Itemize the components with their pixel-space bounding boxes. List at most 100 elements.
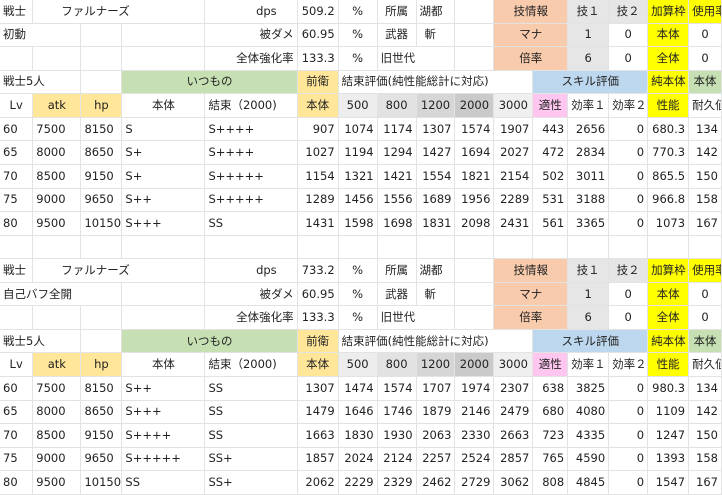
- empty-cell[interactable]: [454, 258, 495, 283]
- itsumono-header[interactable]: いつもの: [121, 329, 298, 354]
- k500-cell[interactable]: 1321: [338, 164, 378, 189]
- zenei-body-header[interactable]: 本体: [297, 93, 339, 118]
- tekisei-header[interactable]: 適性: [532, 352, 569, 377]
- k2000-cell[interactable]: 1694: [454, 140, 495, 165]
- k2000-header[interactable]: 2000: [454, 352, 495, 377]
- k3000-cell[interactable]: 2154: [493, 164, 534, 189]
- body-cell[interactable]: SS: [121, 470, 206, 495]
- lv-cell[interactable]: 60: [0, 376, 34, 401]
- k800-cell[interactable]: 2124: [377, 447, 417, 472]
- eff2-cell[interactable]: 0: [608, 211, 649, 236]
- lv-cell[interactable]: 70: [0, 164, 34, 189]
- atk-cell[interactable]: 7500: [32, 117, 82, 142]
- dmg-value[interactable]: 60.95: [297, 282, 339, 307]
- mult-skill2[interactable]: 0: [608, 46, 649, 71]
- k500-cell[interactable]: 1646: [338, 400, 378, 425]
- addcap-header[interactable]: 加算枠: [647, 0, 690, 24]
- percent-cell[interactable]: %: [338, 0, 378, 24]
- empty-cell[interactable]: [121, 305, 206, 330]
- k2000-cell[interactable]: 1974: [454, 376, 495, 401]
- mode-cell[interactable]: 初動: [0, 23, 82, 48]
- k1200-cell[interactable]: 2462: [416, 470, 456, 495]
- atk-cell[interactable]: 9500: [32, 470, 82, 495]
- k1200-cell[interactable]: 1879: [416, 400, 456, 425]
- empty-cell[interactable]: [297, 235, 339, 260]
- body2-header[interactable]: 本体: [688, 329, 722, 354]
- k1200-cell[interactable]: 2063: [416, 423, 456, 448]
- empty-cell[interactable]: [0, 235, 34, 260]
- boost-label[interactable]: 全体強化率: [204, 305, 298, 330]
- hp-header[interactable]: hp: [80, 352, 123, 377]
- body-value[interactable]: 0: [688, 282, 722, 307]
- perf-cell[interactable]: 1393: [647, 447, 690, 472]
- eff1-header[interactable]: 効率１: [567, 93, 610, 118]
- kessoku-header[interactable]: 結束評価(純性能総計に対応): [338, 70, 534, 95]
- empty-cell[interactable]: [121, 46, 206, 71]
- atk-cell[interactable]: 8000: [32, 400, 82, 425]
- atk-cell[interactable]: 8500: [32, 164, 82, 189]
- hp-cell[interactable]: 10150: [80, 470, 123, 495]
- eff1-cell[interactable]: 4590: [567, 447, 610, 472]
- k3000-cell[interactable]: 2857: [493, 447, 534, 472]
- empty-cell[interactable]: [80, 235, 123, 260]
- lv-cell[interactable]: 60: [0, 117, 34, 142]
- zenei-cell[interactable]: 1027: [297, 140, 339, 165]
- eff2-cell[interactable]: 0: [608, 376, 649, 401]
- perf-cell[interactable]: 980.3: [647, 376, 690, 401]
- empty-cell[interactable]: [532, 235, 569, 260]
- skill1-header[interactable]: 技１: [567, 0, 610, 24]
- mult-skill2[interactable]: 0: [608, 305, 649, 330]
- body-label[interactable]: 本体: [647, 23, 690, 48]
- zenei-header[interactable]: 前衛: [297, 329, 339, 354]
- hp-cell[interactable]: 9650: [80, 188, 123, 213]
- lv-header[interactable]: Lv: [0, 93, 34, 118]
- mana-label[interactable]: マナ: [493, 282, 569, 307]
- k2000-cell[interactable]: 2729: [454, 470, 495, 495]
- k3000-header[interactable]: 3000: [493, 93, 534, 118]
- tekisei-cell[interactable]: 531: [532, 188, 569, 213]
- hp-cell[interactable]: 9150: [80, 164, 123, 189]
- dur-cell[interactable]: 150: [688, 164, 722, 189]
- dmg-value[interactable]: 60.95: [297, 23, 339, 48]
- lv-cell[interactable]: 75: [0, 447, 34, 472]
- k800-cell[interactable]: 1421: [377, 164, 417, 189]
- empty-cell[interactable]: [416, 235, 456, 260]
- k800-cell[interactable]: 1746: [377, 400, 417, 425]
- zenei-cell[interactable]: 1307: [297, 376, 339, 401]
- gen-label[interactable]: 旧世代: [377, 46, 456, 71]
- dur-cell[interactable]: 134: [688, 376, 722, 401]
- boost-value[interactable]: 133.3: [297, 46, 339, 71]
- body-header[interactable]: 本体: [121, 352, 206, 377]
- k1200-cell[interactable]: 1831: [416, 211, 456, 236]
- empty-cell[interactable]: [121, 282, 206, 307]
- dps-value[interactable]: 509.2: [297, 0, 339, 24]
- kessoku-cell[interactable]: S+++++: [204, 188, 298, 213]
- mult-label[interactable]: 倍率: [493, 305, 569, 330]
- dur-header[interactable]: 耐久値: [688, 93, 722, 118]
- empty-cell[interactable]: [0, 46, 34, 71]
- all-value[interactable]: 0: [688, 46, 722, 71]
- eff2-cell[interactable]: 0: [608, 117, 649, 142]
- lv-cell[interactable]: 65: [0, 400, 34, 425]
- skill2-header[interactable]: 技２: [608, 258, 649, 283]
- lv-cell[interactable]: 75: [0, 188, 34, 213]
- k800-cell[interactable]: 1574: [377, 376, 417, 401]
- empty-cell[interactable]: [32, 305, 82, 330]
- name-cell[interactable]: ファルナーズ: [32, 258, 206, 283]
- dps-label[interactable]: dps: [204, 258, 298, 283]
- eff1-cell[interactable]: 4845: [567, 470, 610, 495]
- body-cell[interactable]: S: [121, 117, 206, 142]
- percent-cell[interactable]: %: [338, 23, 378, 48]
- eff2-header[interactable]: 効率２: [608, 352, 649, 377]
- k2000-cell[interactable]: 2524: [454, 447, 495, 472]
- k800-cell[interactable]: 2329: [377, 470, 417, 495]
- junseino-header[interactable]: 純本体: [647, 329, 690, 354]
- perf-cell[interactable]: 1247: [647, 423, 690, 448]
- body-value[interactable]: 0: [688, 23, 722, 48]
- mult-label[interactable]: 倍率: [493, 46, 569, 71]
- empty-cell[interactable]: [338, 235, 378, 260]
- skill1-header[interactable]: 技１: [567, 258, 610, 283]
- kessoku2000-header[interactable]: 結束（2000): [204, 352, 298, 377]
- hp-cell[interactable]: 9150: [80, 423, 123, 448]
- team-label[interactable]: 戦士5人: [0, 70, 82, 95]
